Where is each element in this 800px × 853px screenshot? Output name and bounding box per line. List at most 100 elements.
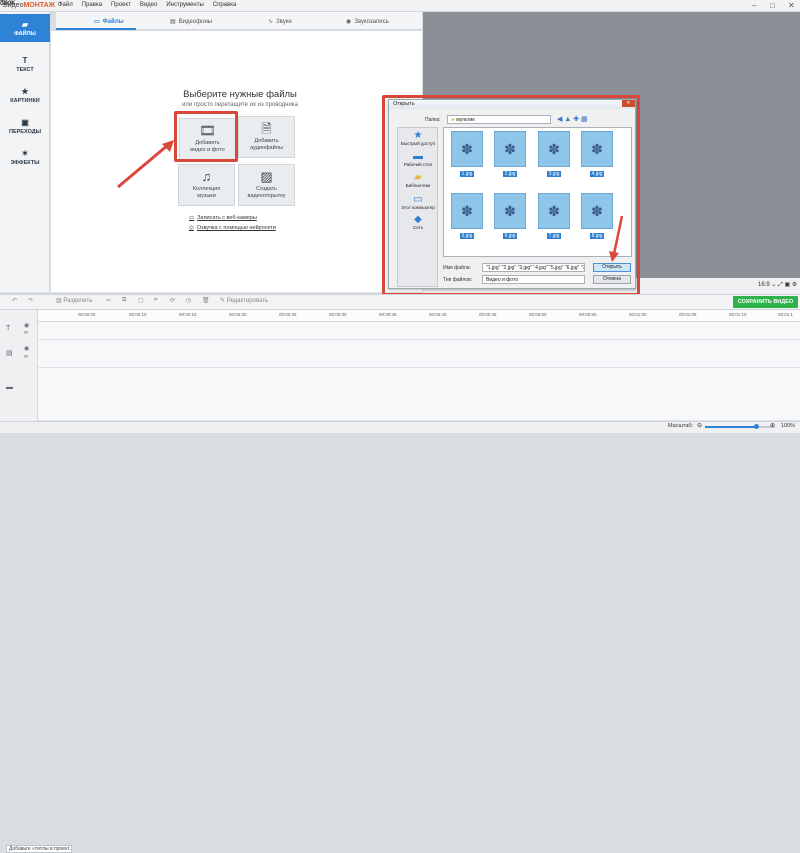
tab-video-backgrounds[interactable]: ▤ Видеофоны [170, 15, 212, 28]
ruler-tick: 00:00:40 [429, 312, 447, 317]
visibility-icon[interactable]: ◉ [24, 345, 29, 352]
file-thumbnail[interactable]: ✽ [494, 131, 526, 167]
active-tab-indicator [56, 28, 136, 30]
place-network[interactable]: ◆ Сеть [398, 215, 438, 231]
ruler-tick: 00:00:15 [179, 312, 197, 317]
webcam-link[interactable]: ▭ Записать с веб-камеры [189, 215, 257, 221]
dialog-close-icon[interactable]: ✕ [622, 100, 635, 107]
file-thumbnail[interactable]: ✽ [538, 131, 570, 167]
ai-voiceover-link[interactable]: ◎ Озвучка с помощью нейросети [189, 225, 276, 231]
redo-icon[interactable]: ↷ [28, 297, 33, 304]
place-quick-access[interactable]: ★ Быстрый доступ [398, 131, 438, 147]
filename-label: Имя файла: [443, 265, 471, 271]
sidebar-item-text[interactable]: T ТЕКСТ [0, 50, 50, 78]
ruler-tick: 00:00:05 [78, 312, 96, 317]
sidebar-item-files[interactable]: ▰ ФАЙЛЫ [0, 14, 50, 42]
film-icon: ▤ [170, 19, 176, 25]
annotation-arrow [117, 140, 174, 189]
microphone-icon: ◉ [346, 19, 352, 25]
ruler-tick: 00:00:30 [329, 312, 347, 317]
menu-bar: Файл Правка Проект Видео Инструменты Спр… [58, 2, 236, 8]
minimize-icon[interactable]: – [752, 1, 756, 10]
dialog-title: Открыть [389, 100, 635, 109]
save-video-button[interactable]: СОХРАНИТЬ ВИДЕО [733, 296, 798, 308]
menu-video[interactable]: Видео [140, 2, 158, 8]
sidebar-item-effects[interactable]: ✶ ЭФФЕКТЫ [0, 143, 50, 171]
cut-icon[interactable]: ✂ [106, 297, 111, 304]
text-track-icon: T [6, 325, 11, 332]
dialog-nav-icons[interactable]: ◀ ▲ ✚ ▦ [557, 115, 588, 123]
file-name: 4.jpg [589, 171, 605, 177]
tab-recording[interactable]: ◉ Звукозапись [346, 15, 389, 28]
open-button[interactable]: Открыть [593, 263, 631, 272]
copy-icon[interactable]: ⧉ [122, 297, 126, 304]
file-thumbnail[interactable]: ✽ [581, 131, 613, 167]
file-thumbnail[interactable]: ✽ [451, 131, 483, 167]
zoom-slider-fill [705, 426, 757, 428]
rotate-icon[interactable]: ⟳ [170, 297, 175, 304]
folder-select[interactable]: ▰ мультик [447, 115, 551, 124]
music-note-icon: ♫ [201, 169, 212, 184]
menu-tools[interactable]: Инструменты [166, 2, 203, 8]
file-name: 2.jpg [502, 171, 518, 177]
delete-icon[interactable]: 🗑 [202, 297, 210, 304]
text-track[interactable] [38, 322, 800, 340]
menu-file[interactable]: Файл [58, 2, 73, 8]
zoom-label: Масштаб: [668, 423, 694, 429]
ruler-tick: 00:00:50 [529, 312, 547, 317]
menu-help[interactable]: Справка [213, 2, 237, 8]
place-desktop[interactable]: ▬ Рабочий стол [398, 152, 438, 168]
folder-icon: ▰ [21, 19, 29, 29]
zoom-in-icon[interactable]: ⊕ [770, 422, 775, 429]
create-postcard-button[interactable]: ▨ Создать видеооткрытку [238, 164, 295, 206]
ruler-tick: 00:00:35 [379, 312, 397, 317]
tab-sounds[interactable]: ∿ Звуки [268, 15, 292, 28]
place-libraries[interactable]: ▰ Библиотеки [398, 172, 438, 189]
edit-button[interactable]: ✎ Редактировать [220, 297, 268, 304]
music-collection-button[interactable]: ♫ Коллекция музыки [178, 164, 235, 206]
audio-track[interactable] [38, 368, 800, 421]
zoom-out-icon[interactable]: ⊖ [697, 422, 702, 429]
file-thumbnail[interactable]: ✽ [538, 193, 570, 229]
file-thumbnail[interactable]: ✽ [494, 193, 526, 229]
voice-icon: ◎ [189, 225, 194, 231]
file-name: 7.jpg [546, 233, 562, 239]
link-icon[interactable]: ∞ [24, 330, 28, 336]
maximize-icon[interactable]: □ [770, 1, 775, 10]
undo-icon[interactable]: ↶ [12, 297, 17, 304]
star-icon: ★ [21, 86, 29, 96]
close-icon[interactable]: ✕ [788, 1, 795, 10]
sidebar-item-transitions[interactable]: ▣ ПЕРЕХОДЫ [0, 112, 50, 140]
speed-icon[interactable]: ◷ [186, 297, 191, 304]
menu-edit[interactable]: Правка [82, 2, 102, 8]
add-audio-button[interactable]: 🗎 Добавить аудиофайлы [238, 116, 295, 158]
audio-file-icon: 🗎 [261, 121, 272, 136]
filename-input[interactable]: "1.jpg" "2.jpg" "3.jpg" "4.jpg" "5.jpg" … [482, 263, 585, 272]
ruler-tick: 00:01:05 [679, 312, 697, 317]
zoom-value: 100% [781, 423, 796, 429]
zoom-slider-handle[interactable] [754, 424, 759, 429]
library-icon: ▰ [414, 172, 422, 183]
menu-project[interactable]: Проект [111, 2, 131, 8]
crop-icon[interactable]: ⌗ [154, 297, 157, 304]
figure-icon: ✽ [548, 140, 560, 157]
video-track-icon: ▤ [6, 350, 13, 357]
preview-watermark-url: ct.ru [0, 0, 14, 7]
sidebar-item-pictures[interactable]: ★ КАРТИНКИ [0, 81, 50, 109]
tab-files[interactable]: ▭ Файлы [94, 15, 124, 28]
file-name: 6.jpg [502, 233, 518, 239]
place-this-pc[interactable]: ▭ Этот компьютер [398, 195, 438, 211]
file-thumbnail[interactable]: ✽ [451, 193, 483, 229]
aspect-ratio[interactable]: 16:9 ⌄ ⤢ ▣ ⚙ [758, 281, 797, 289]
link-icon[interactable]: ∞ [24, 354, 28, 360]
cancel-button[interactable]: Отмена [593, 275, 631, 284]
filetype-select[interactable]: Видео и фото [482, 275, 585, 284]
paste-icon[interactable]: ▢ [138, 297, 144, 304]
split-button[interactable]: ▥ Разделить [56, 297, 92, 304]
visibility-icon[interactable]: ◉ [24, 322, 29, 329]
figure-icon: ✽ [504, 140, 516, 157]
figure-icon: ✽ [461, 140, 473, 157]
file-name: 1.jpg [459, 171, 475, 177]
folder-icon: ▭ [94, 19, 100, 25]
video-track[interactable] [38, 340, 800, 368]
